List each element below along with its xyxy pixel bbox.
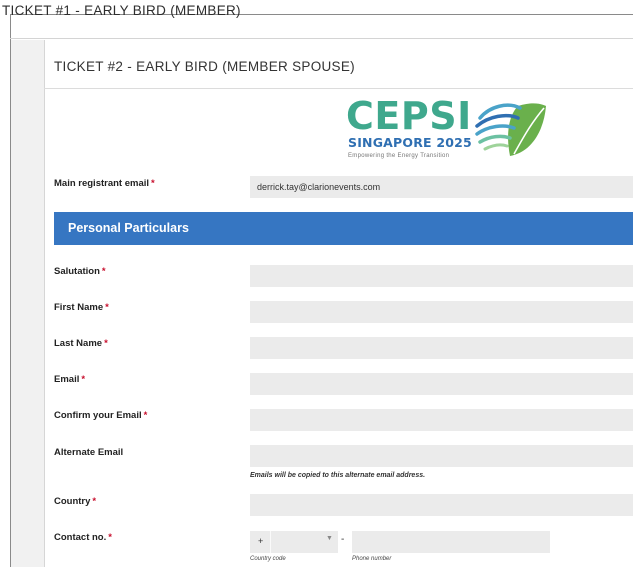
ticket-1-header[interactable]: TICKET #1 - EARLY BIRD (MEMBER) — [0, 0, 633, 24]
first-name-field[interactable] — [250, 301, 633, 323]
first-name-label: First Name * — [54, 302, 109, 313]
email-label: Email * — [54, 374, 86, 385]
last-name-label: Last Name * — [54, 338, 108, 349]
ticket-2-header[interactable]: TICKET #2 - EARLY BIRD (MEMBER SPOUSE) — [54, 59, 355, 74]
divider — [270, 531, 271, 553]
country-label: Country * — [54, 496, 97, 507]
confirm-email-field[interactable] — [250, 409, 633, 431]
phone-number-field[interactable] — [352, 531, 550, 553]
country-code-caption: Country code — [250, 556, 286, 562]
logo-wordmark: CEPSI — [346, 94, 472, 138]
plus-sign: + — [258, 536, 264, 546]
divider — [44, 88, 633, 89]
main-email-label: Main registrant email * — [54, 178, 155, 189]
alternate-email-hint: Emails will be copied to this alternate … — [250, 472, 426, 479]
logo-subtitle: SINGAPORE 2025 — [348, 135, 472, 150]
section-header: Personal Particulars — [54, 212, 633, 245]
alternate-email-label: Alternate Email — [54, 447, 124, 458]
main-email-value: derrick.tay@clarionevents.com — [257, 182, 381, 192]
phone-number-caption: Phone number — [352, 556, 392, 562]
email-field[interactable] — [250, 373, 633, 395]
salutation-label: Salutation * — [54, 266, 106, 277]
contact-label: Contact no. * — [54, 532, 112, 543]
salutation-select[interactable] — [250, 265, 633, 287]
last-name-field[interactable] — [250, 337, 633, 359]
indent-gutter — [11, 40, 44, 567]
event-logo: CEPSI SINGAPORE 2025 Empowering the Ener… — [344, 94, 554, 166]
alternate-email-field[interactable] — [250, 445, 633, 467]
globe-leaf-icon — [475, 103, 546, 156]
logo-tagline: Empowering the Energy Transition — [348, 153, 450, 159]
country-code-select[interactable]: + ▼ — [250, 531, 338, 553]
divider — [10, 38, 633, 39]
caret-down-icon: ▼ — [326, 535, 333, 542]
section-title: Personal Particulars — [68, 221, 189, 235]
country-select[interactable] — [250, 494, 633, 516]
phone-dash: - — [341, 534, 345, 545]
confirm-email-label: Confirm your Email * — [54, 410, 148, 421]
